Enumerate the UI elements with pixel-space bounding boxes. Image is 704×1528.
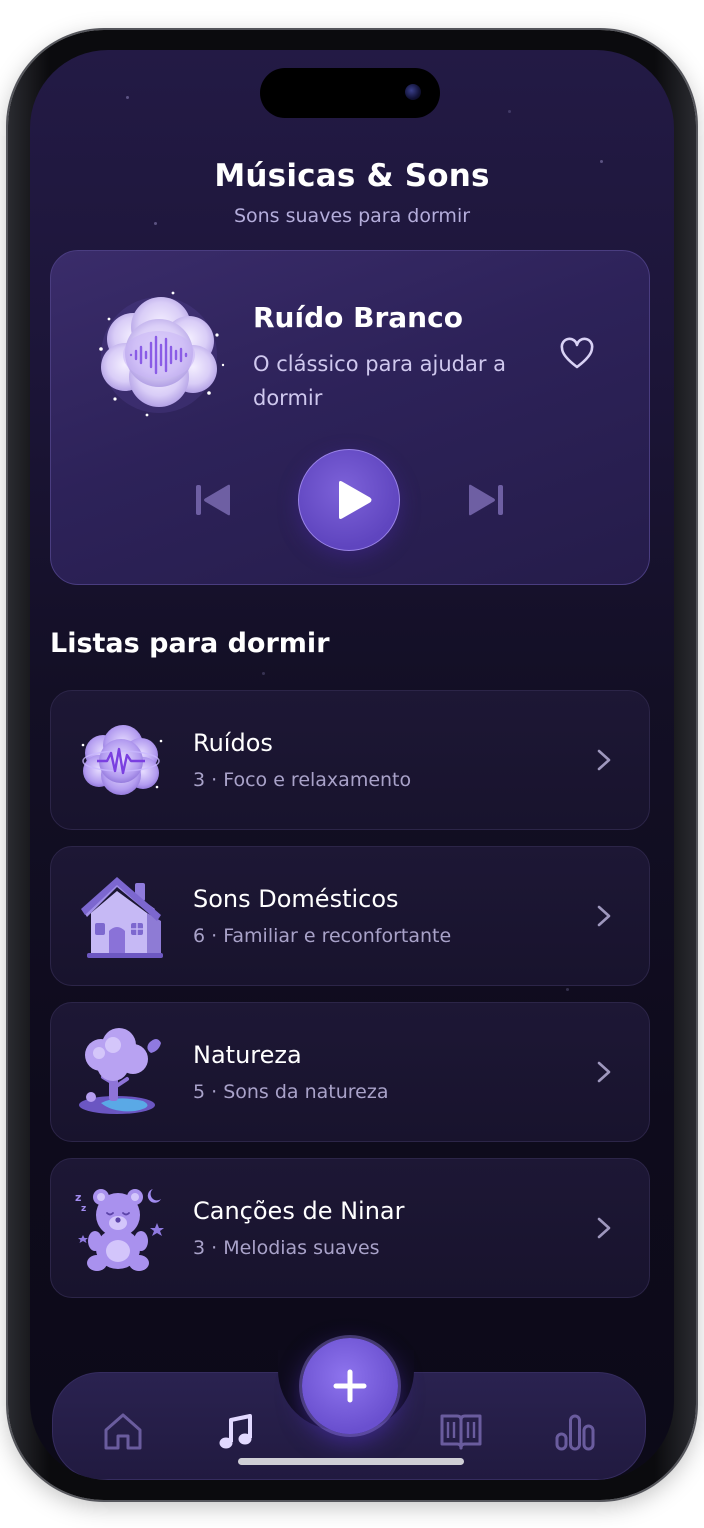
teddy-bear-art: z z [75,1189,164,1271]
dynamic-island [260,68,440,118]
now-playing-card: Ruído Branco O clássico para ajudar a do… [50,250,650,585]
page-title: Músicas & Sons [214,158,490,194]
playlist-title: Canções de Ninar [193,1197,405,1225]
tree-art [79,1028,161,1114]
stats-icon[interactable] [552,1408,598,1454]
app-screen: Músicas & Sons Sons suaves para dormir R… [30,50,674,1480]
noise-cloud-art [81,725,163,795]
playlist-subtitle: 5 · Sons da natureza [193,1081,389,1103]
svg-text:z: z [75,1191,81,1204]
book-icon[interactable] [438,1408,484,1454]
skip-next-icon[interactable] [467,483,505,517]
home-indicator[interactable] [238,1458,464,1465]
phone-frame: Músicas & Sons Sons suaves para dormir R… [8,30,696,1500]
music-icon[interactable] [214,1408,260,1454]
playlist-subtitle: 3 · Foco e relaxamento [193,769,412,791]
track-title: Ruído Branco [253,301,463,334]
track-description: O clássico para ajudar a dormir [253,352,507,410]
chevron-right-icon [597,1217,611,1239]
play-icon [339,481,372,519]
home-icon[interactable] [100,1408,146,1454]
playlist-title: Ruídos [193,729,273,757]
add-button[interactable] [302,1338,398,1434]
playlist-item-cancoes-de-ninar[interactable]: z z Canções de Ninar 3 · Melodias suaves [50,1158,650,1298]
chevron-right-icon [597,905,611,927]
white-noise-cloud-art [99,291,225,417]
chevron-right-icon [597,749,611,771]
section-title: Listas para dormir [50,628,330,659]
playlist-item-ruidos[interactable]: Ruídos 3 · Foco e relaxamento [50,690,650,830]
play-button[interactable] [298,449,400,551]
playlist-title: Natureza [193,1041,302,1069]
playlist-title: Sons Domésticos [193,885,399,913]
playlist-subtitle: 6 · Familiar e reconfortante [193,925,452,947]
chevron-right-icon [597,1061,611,1083]
add-icon [333,1369,367,1403]
svg-text:z: z [81,1204,86,1214]
skip-previous-icon[interactable] [194,483,232,517]
heart-icon[interactable] [559,337,595,373]
playlist-item-sons-domesticos[interactable]: Sons Domésticos 6 · Familiar e reconfort… [50,846,650,986]
playlist-subtitle: 3 · Melodias suaves [193,1237,380,1259]
playlist-item-natureza[interactable]: Natureza 5 · Sons da natureza [50,1002,650,1142]
page-subtitle: Sons suaves para dormir [233,205,471,227]
camera-icon [405,84,421,100]
house-art [81,877,163,958]
